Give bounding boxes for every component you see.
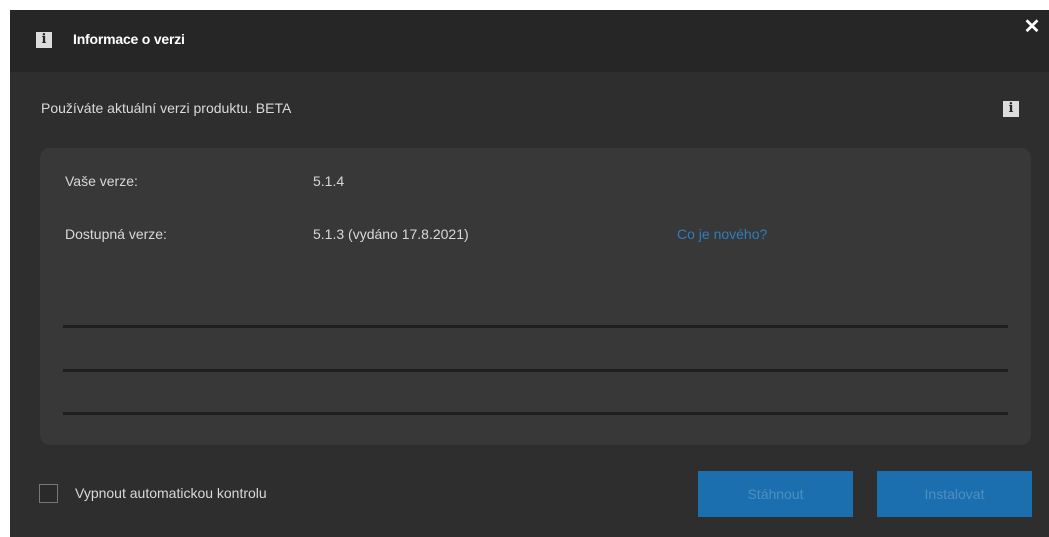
dialog-title: Informace o verzi (73, 31, 185, 47)
auto-check-label[interactable]: Vypnout automatickou kontrolu (75, 485, 267, 501)
divider (63, 369, 1008, 372)
info-icon: i (36, 32, 52, 48)
close-icon[interactable]: ✕ (1021, 16, 1043, 38)
install-button[interactable]: Instalovat (877, 471, 1032, 517)
version-panel: Vaše verze: 5.1.4 Dostupná verze: 5.1.3 … (40, 148, 1031, 445)
version-info-dialog: i Informace o verzi ✕ Používáte aktuální… (10, 10, 1049, 537)
divider (63, 325, 1008, 328)
whats-new-link[interactable]: Co je nového? (677, 226, 767, 242)
available-version-label: Dostupná verze: (65, 226, 167, 242)
status-info-icon[interactable]: i (1003, 101, 1019, 117)
download-button[interactable]: Stáhnout (698, 471, 853, 517)
current-version-value: 5.1.4 (313, 173, 345, 189)
auto-check-checkbox[interactable] (39, 484, 58, 503)
available-version-value: 5.1.3 (vydáno 17.8.2021) (313, 226, 469, 242)
divider (63, 412, 1008, 415)
status-message: Používáte aktuální verzi produktu. BETA (41, 100, 292, 116)
current-version-label: Vaše verze: (65, 173, 138, 189)
title-bar[interactable]: i Informace o verzi ✕ (10, 10, 1049, 72)
